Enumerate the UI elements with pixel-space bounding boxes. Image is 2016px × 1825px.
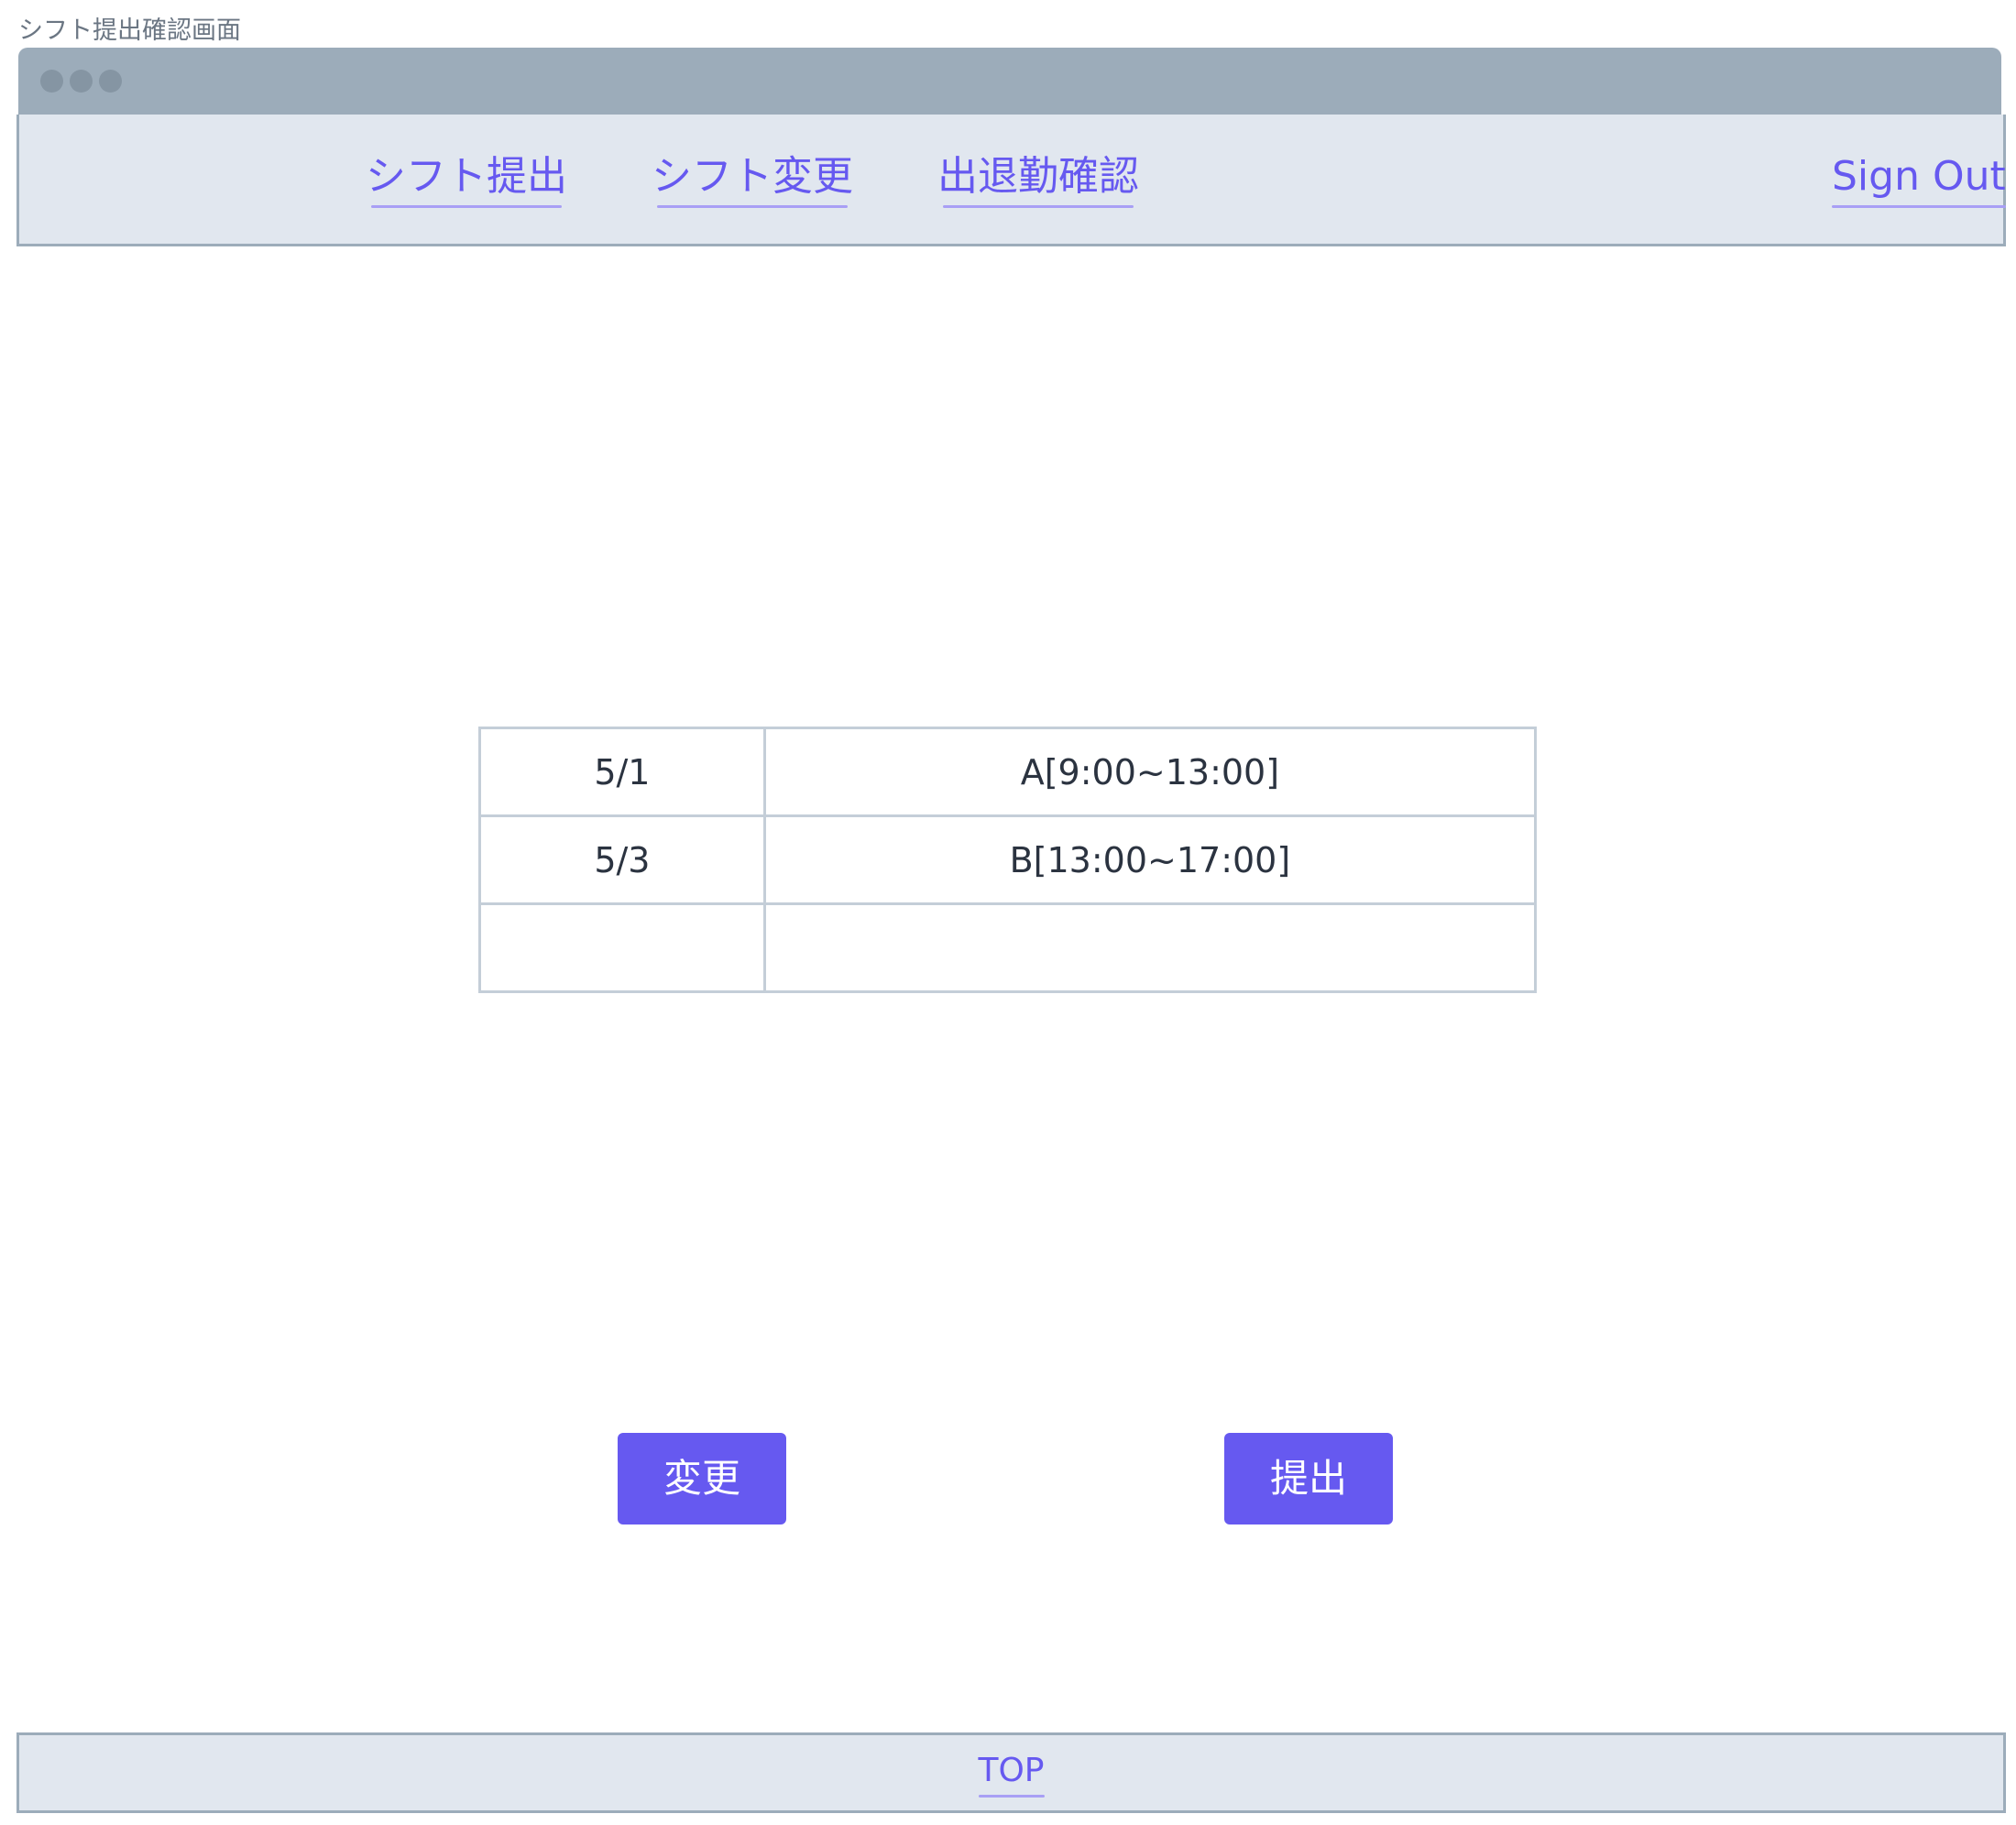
nav-link-label: 出退勤確認 [937,153,1139,200]
nav-link-label: シフト変更 [652,153,853,200]
table-row: 5/3 B[13:00~17:00] [478,814,1538,905]
window-close-dot-icon[interactable] [40,70,63,93]
browser-title-bar [18,48,2001,115]
shift-slot-cell [762,902,1538,993]
shift-table: 5/1 A[9:00~13:00] 5/3 B[13:00~17:00] [478,727,1538,993]
window-minimize-dot-icon[interactable] [70,70,93,93]
window-zoom-dot-icon[interactable] [99,70,122,93]
footer: TOP [16,1732,2006,1813]
shift-date-cell [478,902,766,993]
link-underline [371,205,562,208]
top-link-label: TOP [978,1752,1045,1789]
shift-slot-cell: B[13:00~17:00] [762,814,1538,905]
sign-out-label: Sign Out [1832,153,2006,200]
sign-out-link[interactable]: Sign Out [1832,149,2006,208]
link-underline [943,205,1134,208]
shift-slot-cell: A[9:00~13:00] [762,727,1538,817]
nav-link-attendance-check[interactable]: 出退勤確認 [937,149,1139,208]
link-underline [978,1795,1045,1798]
link-underline [1832,205,2006,208]
link-underline [657,205,848,208]
table-row [478,902,1538,993]
nav-link-shift-submit[interactable]: シフト提出 [366,149,567,208]
nav-link-shift-change[interactable]: シフト変更 [652,149,853,208]
page-title: シフト提出確認画面 [18,16,241,45]
change-button[interactable]: 変更 [618,1433,786,1524]
top-nav: シフト提出 シフト変更 出退勤確認 Sign Out [16,115,2006,246]
nav-link-label: シフト提出 [366,153,567,200]
top-link[interactable]: TOP [978,1750,1045,1798]
table-row: 5/1 A[9:00~13:00] [478,727,1538,817]
submit-button[interactable]: 提出 [1224,1433,1393,1524]
shift-date-cell: 5/1 [478,727,766,817]
shift-date-cell: 5/3 [478,814,766,905]
